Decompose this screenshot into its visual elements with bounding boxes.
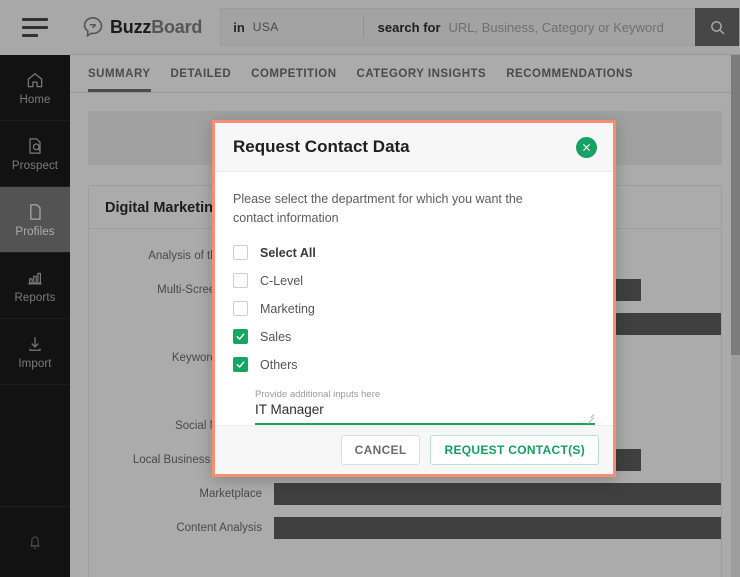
checkbox-marketing[interactable] (233, 301, 248, 317)
close-icon (583, 143, 590, 151)
checkbox-c-level[interactable] (233, 273, 248, 289)
dialog-body: Please select the department for which y… (215, 172, 613, 425)
additional-inputs-field: Provide additional inputs here (233, 389, 595, 425)
option-sales-label: Sales (260, 329, 292, 344)
cancel-button[interactable]: CANCEL (340, 434, 421, 465)
option-others-label: Others (260, 357, 298, 372)
close-dialog-button[interactable] (576, 136, 597, 158)
additional-inputs-textarea[interactable] (255, 401, 578, 417)
checkbox-others[interactable] (233, 357, 248, 373)
request-contacts-button[interactable]: REQUEST CONTACT(S) (430, 434, 599, 465)
app-root: BuzzBoard in USA search for URL, Busines… (0, 0, 740, 577)
option-others[interactable]: Others (233, 351, 595, 379)
option-marketing-label: Marketing (260, 301, 315, 316)
dialog-header: Request Contact Data (215, 123, 613, 173)
option-select-all-label: Select All (260, 245, 316, 260)
additional-inputs-label: Provide additional inputs here (255, 388, 381, 400)
check-icon (236, 361, 245, 368)
option-sales[interactable]: Sales (233, 323, 595, 351)
check-icon (236, 333, 245, 340)
dialog-description: Please select the department for which y… (233, 192, 523, 225)
option-select-all[interactable]: Select All (233, 239, 595, 267)
option-marketing[interactable]: Marketing (233, 295, 595, 323)
request-contact-data-dialog: Request Contact Data Please select the d… (212, 120, 616, 477)
checkbox-select-all[interactable] (233, 245, 248, 261)
dialog-title: Request Contact Data (233, 137, 410, 157)
option-c-level[interactable]: C-Level (233, 267, 595, 295)
resize-handle-icon[interactable] (585, 411, 595, 424)
dialog-footer: CANCEL REQUEST CONTACT(S) (215, 424, 613, 474)
checkbox-sales[interactable] (233, 329, 248, 345)
additional-inputs-wrap (255, 401, 595, 425)
option-c-level-label: C-Level (260, 273, 304, 288)
